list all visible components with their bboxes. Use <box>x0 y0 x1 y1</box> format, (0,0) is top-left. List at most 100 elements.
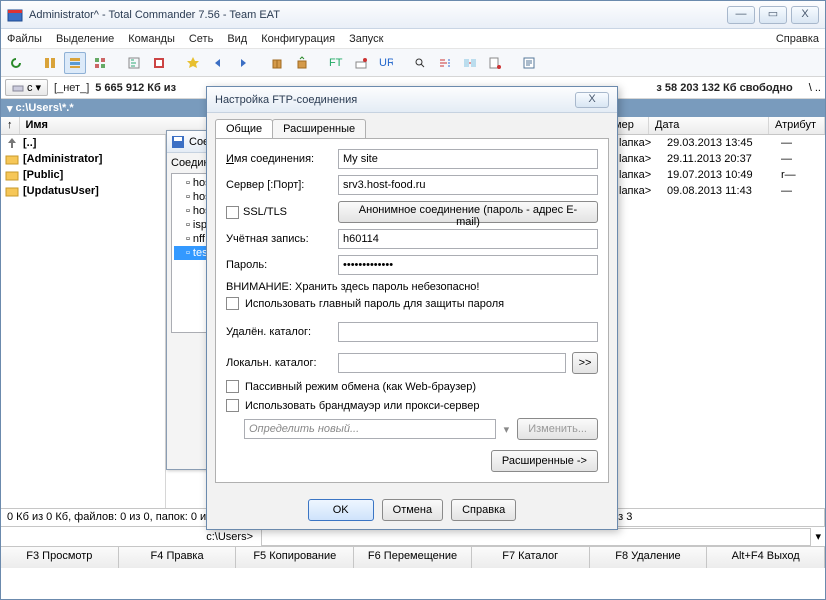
help-button[interactable]: Справка <box>451 499 516 521</box>
server-icon: ▫ <box>186 247 190 259</box>
input-local[interactable] <box>338 353 566 373</box>
left-panel: [..] [Administrator] [Public] [UpdatusUs… <box>1 135 166 508</box>
checkbox-ssl[interactable] <box>226 206 239 219</box>
toolbar: FTP URL <box>1 49 825 77</box>
view-brief-icon[interactable] <box>39 52 61 74</box>
ftp-settings-dialog: Настройка FTP-соединения X Общие Расшире… <box>206 86 618 530</box>
app-icon <box>7 7 23 23</box>
chk-ssl-row[interactable]: SSL/TLS <box>226 206 332 219</box>
list-item[interactable]: lапка>09.08.2013 11:43— <box>611 183 825 199</box>
star-icon[interactable] <box>182 52 204 74</box>
f5-button[interactable]: F5 Копирование <box>236 547 354 568</box>
server-icon: ▫ <box>186 177 190 189</box>
unpack-icon[interactable] <box>291 52 313 74</box>
left-file-list[interactable]: [..] [Administrator] [Public] [UpdatusUs… <box>1 135 165 508</box>
lbl-pass: Пароль: <box>226 259 332 271</box>
lbl-user: Учётная запись: <box>226 233 332 245</box>
input-user[interactable] <box>338 229 598 249</box>
up-icon <box>5 136 19 150</box>
refresh-icon[interactable] <box>5 52 27 74</box>
checkbox-passive[interactable] <box>226 380 239 393</box>
list-item[interactable]: [UpdatusUser] <box>1 183 165 199</box>
list-item[interactable]: [Administrator] <box>1 151 165 167</box>
server-icon: ▫ <box>186 191 190 203</box>
browse-button[interactable]: >> <box>572 352 598 374</box>
back-icon[interactable] <box>207 52 229 74</box>
altf4-button[interactable]: Alt+F4 Выход <box>707 547 825 568</box>
col-date[interactable]: Дата <box>649 117 769 134</box>
invert-icon[interactable] <box>148 52 170 74</box>
cmdline-label: c:\Users> <box>1 529 261 545</box>
tab-advanced[interactable]: Расширенные <box>272 119 366 138</box>
cmdline-input[interactable] <box>261 528 811 546</box>
menu-commands[interactable]: Команды <box>128 33 175 45</box>
f6-button[interactable]: F6 Перемещение <box>354 547 472 568</box>
menu-selection[interactable]: Выделение <box>56 33 114 45</box>
list-item[interactable]: [..] <box>1 135 165 151</box>
edit-proxy-button: Изменить... <box>517 418 598 440</box>
checkbox-master[interactable] <box>226 297 239 310</box>
copy-names-icon[interactable] <box>484 52 506 74</box>
forward-icon[interactable] <box>232 52 254 74</box>
input-remote[interactable] <box>338 322 598 342</box>
sync-icon[interactable] <box>459 52 481 74</box>
close-button[interactable]: X <box>791 6 819 24</box>
view-full-icon[interactable] <box>64 52 86 74</box>
menu-files[interactable]: Файлы <box>7 33 42 45</box>
window-title: Administrator^ - Total Commander 7.56 - … <box>29 9 727 21</box>
f7-button[interactable]: F7 Каталог <box>472 547 590 568</box>
maximize-button[interactable]: ▭ <box>759 6 787 24</box>
checkbox-proxy[interactable] <box>226 399 239 412</box>
menu-view[interactable]: Вид <box>227 33 247 45</box>
proxy-select[interactable] <box>244 419 496 439</box>
f8-button[interactable]: F8 Удаление <box>590 547 708 568</box>
drive-button-c[interactable]: c ▾ <box>5 79 48 96</box>
f4-button[interactable]: F4 Правка <box>119 547 237 568</box>
url-icon[interactable]: URL <box>375 52 397 74</box>
ftp-new-icon[interactable] <box>350 52 372 74</box>
menu-net[interactable]: Сеть <box>189 33 213 45</box>
notepad-icon[interactable] <box>518 52 540 74</box>
server-icon: ▫ <box>186 205 190 217</box>
drive-net-label: [_нет_] <box>54 82 89 94</box>
search-icon[interactable] <box>409 52 431 74</box>
ftp-icon[interactable]: FTP <box>325 52 347 74</box>
input-server[interactable] <box>338 175 598 195</box>
advanced-button[interactable]: Расширенные -> <box>491 450 598 472</box>
path-nav[interactable]: \ .. <box>809 82 821 94</box>
input-pass[interactable] <box>338 255 598 275</box>
lbl-passive: Пассивный режим обмена (как Web-браузер) <box>245 381 476 393</box>
minimize-button[interactable]: — <box>727 6 755 24</box>
ok-button[interactable]: OK <box>308 499 374 521</box>
list-item[interactable]: [Public] <box>1 167 165 183</box>
svg-text:FTP: FTP <box>329 57 343 69</box>
tree-icon[interactable] <box>123 52 145 74</box>
titlebar: Administrator^ - Total Commander 7.56 - … <box>1 1 825 29</box>
col-attr[interactable]: Атрибут <box>769 117 825 134</box>
menu-help[interactable]: Справка <box>776 33 819 45</box>
multirename-icon[interactable] <box>434 52 456 74</box>
right-file-list[interactable]: lапка>29.03.2013 13:45— lапка>29.11.2013… <box>611 135 825 508</box>
lbl-master: Использовать главный пароль для защиты п… <box>245 298 504 310</box>
menu-config[interactable]: Конфигурация <box>261 33 335 45</box>
password-warning: ВНИМАНИЕ: Хранить здесь пароль небезопас… <box>226 281 598 293</box>
cancel-button[interactable]: Отмена <box>382 499 443 521</box>
drive-free-right: з 58 203 132 Кб свободно <box>656 82 792 94</box>
anon-button[interactable]: Анонимное соединение (пароль - адрес E-m… <box>338 201 598 223</box>
view-thumb-icon[interactable] <box>89 52 111 74</box>
lbl-name: Имя соединения: <box>226 153 332 165</box>
list-item[interactable]: lапка>19.07.2013 10:49r— <box>611 167 825 183</box>
disk-icon <box>12 82 24 94</box>
input-name[interactable] <box>338 149 598 169</box>
list-item[interactable]: lапка>29.03.2013 13:45— <box>611 135 825 151</box>
f3-button[interactable]: F3 Просмотр <box>1 547 119 568</box>
drive-free-left: 5 665 912 Кб из <box>95 82 176 94</box>
pack-icon[interactable] <box>266 52 288 74</box>
menu-run[interactable]: Запуск <box>349 33 383 45</box>
dialog-close-button[interactable]: X <box>575 92 609 108</box>
dialog-buttons: OK Отмена Справка <box>207 491 617 529</box>
lbl-proxy: Использовать брандмауэр или прокси-серве… <box>245 400 480 412</box>
list-item[interactable]: lапка>29.11.2013 20:37— <box>611 151 825 167</box>
menubar: Файлы Выделение Команды Сеть Вид Конфигу… <box>1 29 825 49</box>
tab-general[interactable]: Общие <box>215 119 273 138</box>
